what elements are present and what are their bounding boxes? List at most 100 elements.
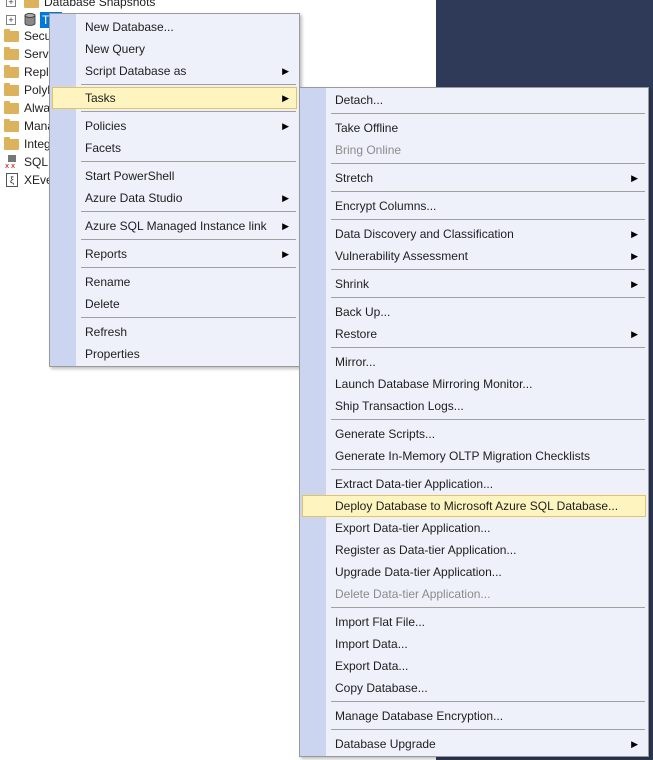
- menu-separator: [81, 111, 296, 112]
- menu-item-generate-scripts[interactable]: Generate Scripts...: [302, 423, 646, 445]
- menu-item-script-database-as[interactable]: Script Database as ▶: [52, 60, 297, 82]
- tree-node-label: Alwa: [24, 101, 51, 115]
- menu-item-label: New Query: [85, 42, 146, 56]
- menu-item-stretch[interactable]: Stretch ▶: [302, 167, 646, 189]
- menu-item-export-data-tier[interactable]: Export Data-tier Application...: [302, 517, 646, 539]
- submenu-arrow-icon: ▶: [282, 93, 289, 103]
- tree-node-database-snapshots[interactable]: + Database Snapshots: [0, 0, 300, 11]
- menu-item-back-up[interactable]: Back Up...: [302, 301, 646, 323]
- menu-item-new-query[interactable]: New Query: [52, 38, 297, 60]
- menu-item-label: Refresh: [85, 325, 128, 339]
- menu-item-label: Bring Online: [335, 143, 402, 157]
- svg-text:x: x: [5, 162, 9, 169]
- tree-node-label: Database Snapshots: [44, 0, 156, 9]
- menu-item-label: Back Up...: [335, 305, 391, 319]
- menu-item-label: Take Offline: [335, 121, 399, 135]
- submenu-arrow-icon: ▶: [631, 279, 638, 289]
- menu-item-azure-data-studio[interactable]: Azure Data Studio ▶: [52, 187, 297, 209]
- database-context-menu: New Database... New Query Script Databas…: [49, 13, 300, 367]
- menu-item-label: Restore: [335, 327, 378, 341]
- menu-item-start-powershell[interactable]: Start PowerShell: [52, 165, 297, 187]
- folder-icon: [4, 29, 19, 42]
- menu-separator: [331, 163, 645, 164]
- menu-item-azure-sql-mi-link[interactable]: Azure SQL Managed Instance link ▶: [52, 215, 297, 237]
- menu-item-detach[interactable]: Detach...: [302, 89, 646, 111]
- menu-item-generate-inmemory-checklists[interactable]: Generate In-Memory OLTP Migration Checkl…: [302, 445, 646, 467]
- folder-icon: [4, 137, 19, 150]
- menu-item-label: Mirror...: [335, 355, 376, 369]
- menu-item-database-upgrade[interactable]: Database Upgrade ▶: [302, 733, 646, 755]
- expand-icon[interactable]: +: [6, 15, 16, 25]
- menu-item-reports[interactable]: Reports ▶: [52, 243, 297, 265]
- menu-separator: [81, 84, 296, 85]
- menu-item-register-data-tier[interactable]: Register as Data-tier Application...: [302, 539, 646, 561]
- menu-item-label: Start PowerShell: [85, 169, 175, 183]
- menu-separator: [331, 607, 645, 608]
- submenu-arrow-icon: ▶: [282, 249, 289, 259]
- menu-item-manage-encryption[interactable]: Manage Database Encryption...: [302, 705, 646, 727]
- menu-item-label: Import Data...: [335, 637, 408, 651]
- menu-item-restore[interactable]: Restore ▶: [302, 323, 646, 345]
- menu-item-label: Export Data-tier Application...: [335, 521, 491, 535]
- menu-item-label: Delete Data-tier Application...: [335, 587, 491, 601]
- menu-item-import-flat-file[interactable]: Import Flat File...: [302, 611, 646, 633]
- menu-separator: [81, 267, 296, 268]
- svg-text:x: x: [11, 162, 15, 169]
- menu-item-label: Generate Scripts...: [335, 427, 436, 441]
- menu-item-mirror[interactable]: Mirror...: [302, 351, 646, 373]
- tasks-submenu: Detach... Take Offline Bring Online Stre…: [299, 87, 649, 757]
- menu-item-properties[interactable]: Properties: [52, 343, 297, 365]
- menu-item-delete[interactable]: Delete: [52, 293, 297, 315]
- menu-item-label: Launch Database Mirroring Monitor...: [335, 377, 533, 391]
- folder-icon: [4, 119, 19, 132]
- submenu-arrow-icon: ▶: [282, 66, 289, 76]
- menu-item-label: Data Discovery and Classification: [335, 227, 514, 241]
- menu-item-rename[interactable]: Rename: [52, 271, 297, 293]
- submenu-arrow-icon: ▶: [631, 329, 638, 339]
- menu-item-label: Rename: [85, 275, 131, 289]
- menu-item-refresh[interactable]: Refresh: [52, 321, 297, 343]
- folder-icon: [4, 101, 19, 114]
- submenu-arrow-icon: ▶: [282, 121, 289, 131]
- folder-icon: [4, 65, 19, 78]
- menu-item-encrypt-columns[interactable]: Encrypt Columns...: [302, 195, 646, 217]
- menu-item-vulnerability-assessment[interactable]: Vulnerability Assessment ▶: [302, 245, 646, 267]
- menu-item-tasks[interactable]: Tasks ▶: [52, 87, 297, 109]
- tree-node-label: Integ: [24, 137, 51, 151]
- menu-item-label: Azure SQL Managed Instance link: [85, 219, 267, 233]
- expand-icon[interactable]: +: [6, 0, 16, 7]
- menu-item-ship-transaction-logs[interactable]: Ship Transaction Logs...: [302, 395, 646, 417]
- menu-item-upgrade-data-tier[interactable]: Upgrade Data-tier Application...: [302, 561, 646, 583]
- menu-item-launch-mirroring-monitor[interactable]: Launch Database Mirroring Monitor...: [302, 373, 646, 395]
- submenu-arrow-icon: ▶: [631, 229, 638, 239]
- submenu-arrow-icon: ▶: [282, 221, 289, 231]
- menu-separator: [331, 729, 645, 730]
- menu-item-extract-data-tier[interactable]: Extract Data-tier Application...: [302, 473, 646, 495]
- tree-node-label: SQL: [24, 155, 49, 169]
- menu-item-facets[interactable]: Facets: [52, 137, 297, 159]
- menu-item-take-offline[interactable]: Take Offline: [302, 117, 646, 139]
- menu-item-label: Script Database as: [85, 64, 187, 78]
- menu-item-data-discovery[interactable]: Data Discovery and Classification ▶: [302, 223, 646, 245]
- menu-item-label: Vulnerability Assessment: [335, 249, 468, 263]
- menu-separator: [331, 269, 645, 270]
- menu-item-new-database[interactable]: New Database...: [52, 16, 297, 38]
- menu-item-label: Export Data...: [335, 659, 409, 673]
- menu-item-deploy-to-azure[interactable]: Deploy Database to Microsoft Azure SQL D…: [302, 495, 646, 517]
- menu-item-policies[interactable]: Policies ▶: [52, 115, 297, 137]
- folder-icon: [4, 47, 19, 60]
- menu-separator: [81, 161, 296, 162]
- menu-item-copy-database[interactable]: Copy Database...: [302, 677, 646, 699]
- menu-separator: [331, 113, 645, 114]
- menu-item-shrink[interactable]: Shrink ▶: [302, 273, 646, 295]
- menu-separator: [331, 347, 645, 348]
- menu-item-export-data[interactable]: Export Data...: [302, 655, 646, 677]
- menu-item-label: Reports: [85, 247, 128, 261]
- menu-item-label: Detach...: [335, 93, 384, 107]
- menu-separator: [331, 469, 645, 470]
- menu-item-label: Deploy Database to Microsoft Azure SQL D…: [335, 499, 619, 513]
- menu-item-label: New Database...: [85, 20, 174, 34]
- menu-item-label: Copy Database...: [335, 681, 428, 695]
- menu-item-import-data[interactable]: Import Data...: [302, 633, 646, 655]
- sql-agent-icon: x x: [5, 155, 16, 169]
